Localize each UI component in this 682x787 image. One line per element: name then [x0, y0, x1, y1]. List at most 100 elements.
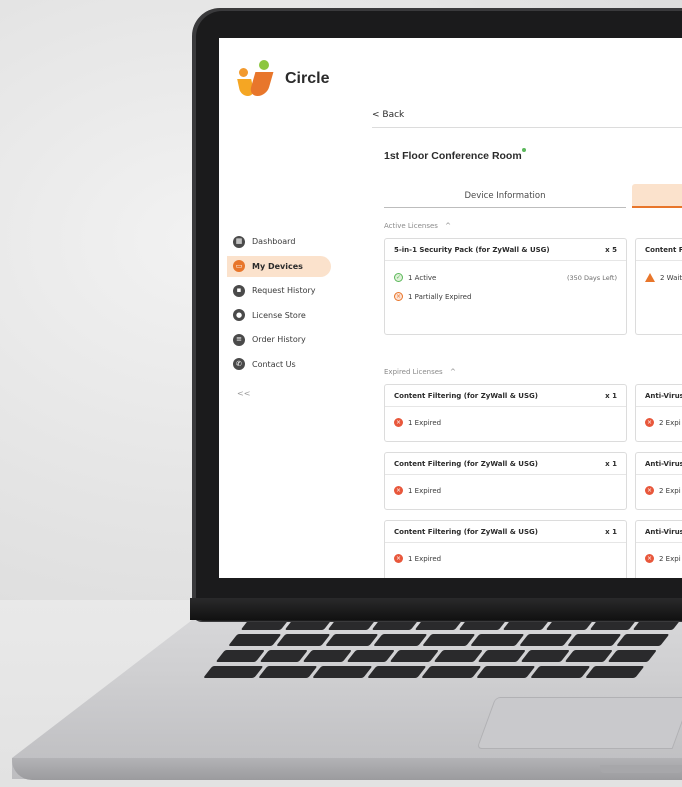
card-header: Anti-Virus [636, 521, 682, 543]
section-label: Expired Licenses [384, 368, 443, 376]
card-header: Content Filtering (for ZyWall & USG) x 1 [385, 453, 626, 475]
status-text: 1 Expired [408, 486, 442, 495]
license-status-expired: × 1 Expired [385, 552, 626, 565]
license-status-expired: × 1 Expired [385, 416, 626, 429]
logo[interactable]: Circle [237, 60, 329, 98]
lock-icon: ▪ [233, 284, 245, 297]
card-header: Anti-Virus [636, 453, 682, 475]
sidebar-item-my-devices[interactable]: ▭ My Devices [227, 255, 331, 277]
license-name: Content Filtering (for ZyWall & USG) [394, 459, 538, 468]
caret-up-icon: ^ [445, 222, 452, 230]
days-left: (350 Days Left) [566, 273, 617, 282]
warning-icon [645, 273, 655, 282]
sidebar-item-request-history[interactable]: ▪ Request History [227, 280, 331, 301]
license-name: Anti-Virus [645, 527, 682, 536]
license-status-partial: × 1 Partially Expired [385, 290, 626, 303]
license-name: Anti-Virus [645, 391, 682, 400]
online-status-dot [522, 148, 526, 152]
license-status-expired: × 2 Expi [636, 552, 682, 565]
expired-license-card[interactable]: Content Filtering (for ZyWall & USG) x 1… [384, 384, 627, 442]
chevron-left-icon: < [372, 110, 380, 120]
tab-device-information[interactable]: Device Information [384, 184, 626, 208]
sidebar-item-contact-us[interactable]: ✆ Contact Us [227, 354, 331, 375]
error-icon: × [645, 418, 654, 427]
check-icon: ✓ [394, 273, 403, 282]
status-text: 1 Active [408, 273, 437, 282]
list-icon: ≡ [233, 333, 245, 346]
laptop-hinge [190, 598, 682, 620]
status-text: 1 Expired [408, 554, 442, 563]
card-header: Content F [636, 239, 682, 261]
back-button[interactable]: < Back [372, 110, 404, 120]
license-card[interactable]: 5-in-1 Security Pack (for ZyWall & USG) … [384, 238, 627, 335]
laptop-notch [600, 765, 682, 773]
status-text: 2 Expi [659, 486, 681, 495]
app-name: Circle [285, 70, 330, 87]
expired-license-card[interactable]: Content Filtering (for ZyWall & USG) x 1… [384, 452, 627, 510]
license-status-expired: × 2 Expi [636, 416, 682, 429]
sidebar-item-label: Dashboard [252, 237, 296, 246]
main-content: < Back 1st Floor Conference Room Device … [339, 38, 682, 578]
section-label: Active Licenses [384, 222, 438, 230]
store-icon: ● [233, 309, 245, 322]
expired-license-card[interactable]: Anti-Virus × 2 Expi [635, 520, 682, 578]
sidebar-item-license-store[interactable]: ● License Store [227, 305, 331, 326]
back-bar: < Back [372, 110, 682, 128]
status-text: 1 Partially Expired [408, 292, 472, 301]
expired-license-card[interactable]: Content Filtering (for ZyWall & USG) x 1… [384, 520, 627, 578]
error-icon: × [645, 486, 654, 495]
status-text: 2 Wait [660, 273, 682, 282]
expired-license-card[interactable]: Anti-Virus × 2 Expi [635, 452, 682, 510]
license-qty: x 5 [605, 245, 617, 254]
license-qty: x 1 [605, 391, 617, 400]
devices-icon: ▭ [233, 260, 245, 273]
sidebar-item-label: Contact Us [252, 359, 296, 369]
card-header: Content Filtering (for ZyWall & USG) x 1 [385, 521, 626, 543]
partial-expired-icon: × [394, 292, 403, 301]
sidebar: Circle ▦ Dashboard ▭ My Devices ▪ Reques… [219, 38, 339, 578]
tab-bar: Device Information [384, 184, 682, 208]
expired-licenses-header[interactable]: Expired Licenses ^ [384, 368, 456, 376]
sidebar-item-label: Request History [252, 286, 316, 296]
license-name: 5-in-1 Security Pack (for ZyWall & USG) [394, 245, 550, 254]
caret-up-icon: ^ [449, 368, 456, 376]
status-text: 2 Expi [659, 554, 681, 563]
active-licenses-header[interactable]: Active Licenses ^ [384, 222, 451, 230]
contact-icon: ✆ [233, 358, 245, 371]
circle-logo-icon [237, 60, 277, 98]
sidebar-item-label: Order History [252, 335, 306, 345]
laptop-keyboard [187, 618, 682, 698]
license-name: Content Filtering (for ZyWall & USG) [394, 527, 538, 536]
license-card[interactable]: Content F 2 Wait [635, 238, 682, 335]
card-header: Content Filtering (for ZyWall & USG) x 1 [385, 385, 626, 407]
error-icon: × [645, 554, 654, 563]
license-name: Anti-Virus [645, 459, 682, 468]
error-icon: × [394, 554, 403, 563]
sidebar-item-order-history[interactable]: ≡ Order History [227, 329, 331, 350]
expired-license-card[interactable]: Anti-Virus × 2 Expi [635, 384, 682, 442]
card-header: 5-in-1 Security Pack (for ZyWall & USG) … [385, 239, 626, 261]
error-icon: × [394, 486, 403, 495]
license-name: Content F [645, 245, 682, 254]
sidebar-item-label: My Devices [252, 261, 303, 271]
back-label: Back [382, 110, 405, 120]
license-qty: x 1 [605, 459, 617, 468]
status-text: 2 Expi [659, 418, 681, 427]
license-name: Content Filtering (for ZyWall & USG) [394, 391, 538, 400]
license-status-waiting: 2 Wait [636, 271, 682, 284]
sidebar-nav: ▦ Dashboard ▭ My Devices ▪ Request Histo… [227, 231, 331, 379]
card-header: Anti-Virus [636, 385, 682, 407]
page-title: 1st Floor Conference Room [384, 150, 522, 162]
dashboard-icon: ▦ [233, 235, 245, 248]
collapse-sidebar-button[interactable]: << [237, 389, 250, 398]
license-qty: x 1 [605, 527, 617, 536]
tab-licenses[interactable] [632, 184, 682, 208]
status-text: 1 Expired [408, 418, 442, 427]
laptop-base-edge [12, 758, 682, 780]
license-status-active: ✓ 1 Active (350 Days Left) [385, 271, 626, 284]
error-icon: × [394, 418, 403, 427]
license-status-expired: × 2 Expi [636, 484, 682, 497]
license-status-expired: × 1 Expired [385, 484, 626, 497]
sidebar-item-dashboard[interactable]: ▦ Dashboard [227, 231, 331, 252]
app-window: Circle ▦ Dashboard ▭ My Devices ▪ Reques… [219, 38, 682, 578]
